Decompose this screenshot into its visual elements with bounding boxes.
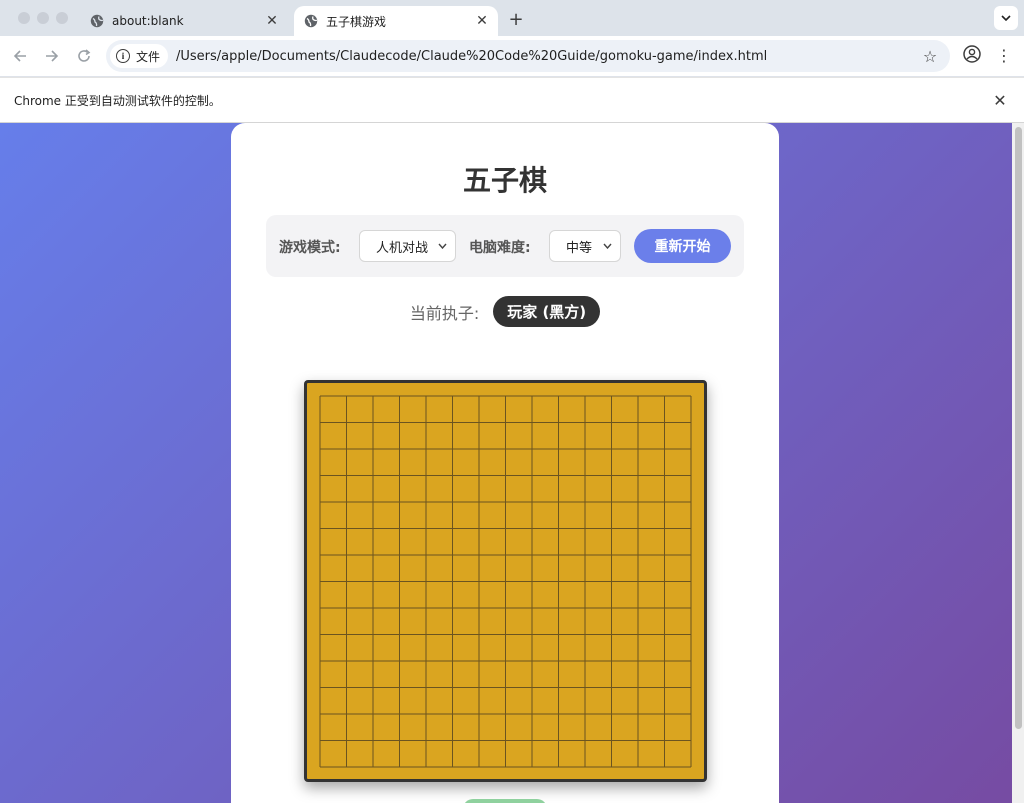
game-container: 五子棋 游戏模式: 人机对战 电脑难度: 中等 重新开始 当前执子: 玩家 (黑… bbox=[231, 123, 779, 803]
window-close-dot[interactable] bbox=[18, 12, 30, 24]
tab-strip: about:blank ✕ 五子棋游戏 ✕ + bbox=[0, 0, 1024, 36]
close-icon[interactable]: ✕ bbox=[472, 11, 492, 31]
window-minimize-dot[interactable] bbox=[37, 12, 49, 24]
difficulty-select-value: 中等 bbox=[566, 240, 593, 256]
back-icon[interactable] bbox=[8, 44, 32, 68]
star-icon[interactable]: ☆ bbox=[920, 46, 940, 66]
turn-label: 当前执子: bbox=[409, 303, 480, 323]
site-info-chip[interactable]: i 文件 bbox=[110, 44, 169, 68]
globe-icon bbox=[304, 14, 318, 28]
address-bar[interactable]: i 文件 /Users/apple/Documents/Claudecode/C… bbox=[106, 40, 950, 72]
url-text[interactable]: /Users/apple/Documents/Claudecode/Claude… bbox=[176, 49, 767, 64]
page-viewport: 五子棋 游戏模式: 人机对战 电脑难度: 中等 重新开始 当前执子: 玩家 (黑… bbox=[0, 123, 1024, 803]
mode-label: 游戏模式: bbox=[279, 240, 341, 256]
vertical-scrollbar[interactable] bbox=[1012, 123, 1024, 803]
tab-title: 五子棋游戏 bbox=[326, 14, 387, 29]
bottom-button-partial[interactable] bbox=[463, 799, 547, 803]
tab-gomoku[interactable]: 五子棋游戏 ✕ bbox=[294, 6, 498, 36]
game-board[interactable] bbox=[304, 380, 707, 782]
window-zoom-dot[interactable] bbox=[56, 12, 68, 24]
reload-icon[interactable] bbox=[72, 44, 96, 68]
scrollbar-thumb[interactable] bbox=[1015, 127, 1022, 729]
current-player-badge: 玩家 (黑方) bbox=[493, 296, 601, 327]
board-grid[interactable] bbox=[307, 383, 704, 779]
mode-select-value: 人机对战 bbox=[376, 240, 429, 256]
close-icon[interactable]: ✕ bbox=[262, 11, 282, 31]
globe-icon bbox=[90, 14, 104, 28]
difficulty-label: 电脑难度: bbox=[469, 240, 531, 256]
chevron-down-icon bbox=[603, 239, 612, 252]
info-icon: i bbox=[116, 49, 130, 63]
plus-icon[interactable]: + bbox=[504, 7, 528, 31]
site-info-label: 文件 bbox=[136, 49, 161, 64]
difficulty-select[interactable]: 中等 bbox=[549, 230, 621, 262]
page-title: 五子棋 bbox=[462, 164, 547, 197]
infobar-message: Chrome 正受到自动测试软件的控制。 bbox=[14, 93, 221, 108]
tab-title: about:blank bbox=[112, 14, 184, 28]
automation-infobar: Chrome 正受到自动测试软件的控制。 ✕ bbox=[0, 77, 1024, 123]
turn-indicator: 当前执子: 玩家 (黑方) bbox=[231, 296, 779, 327]
close-icon[interactable]: ✕ bbox=[990, 90, 1010, 110]
controls-panel: 游戏模式: 人机对战 电脑难度: 中等 重新开始 bbox=[266, 215, 744, 277]
profile-icon[interactable] bbox=[962, 44, 982, 64]
kebab-menu-icon[interactable]: ⋮ bbox=[996, 44, 1012, 66]
tab-about-blank[interactable]: about:blank ✕ bbox=[80, 6, 288, 36]
mode-select[interactable]: 人机对战 bbox=[359, 230, 456, 262]
chevron-down-icon[interactable] bbox=[994, 6, 1018, 30]
chevron-down-icon bbox=[438, 239, 447, 252]
forward-icon[interactable] bbox=[40, 44, 64, 68]
restart-button[interactable]: 重新开始 bbox=[634, 229, 731, 263]
browser-toolbar: i 文件 /Users/apple/Documents/Claudecode/C… bbox=[0, 36, 1024, 76]
